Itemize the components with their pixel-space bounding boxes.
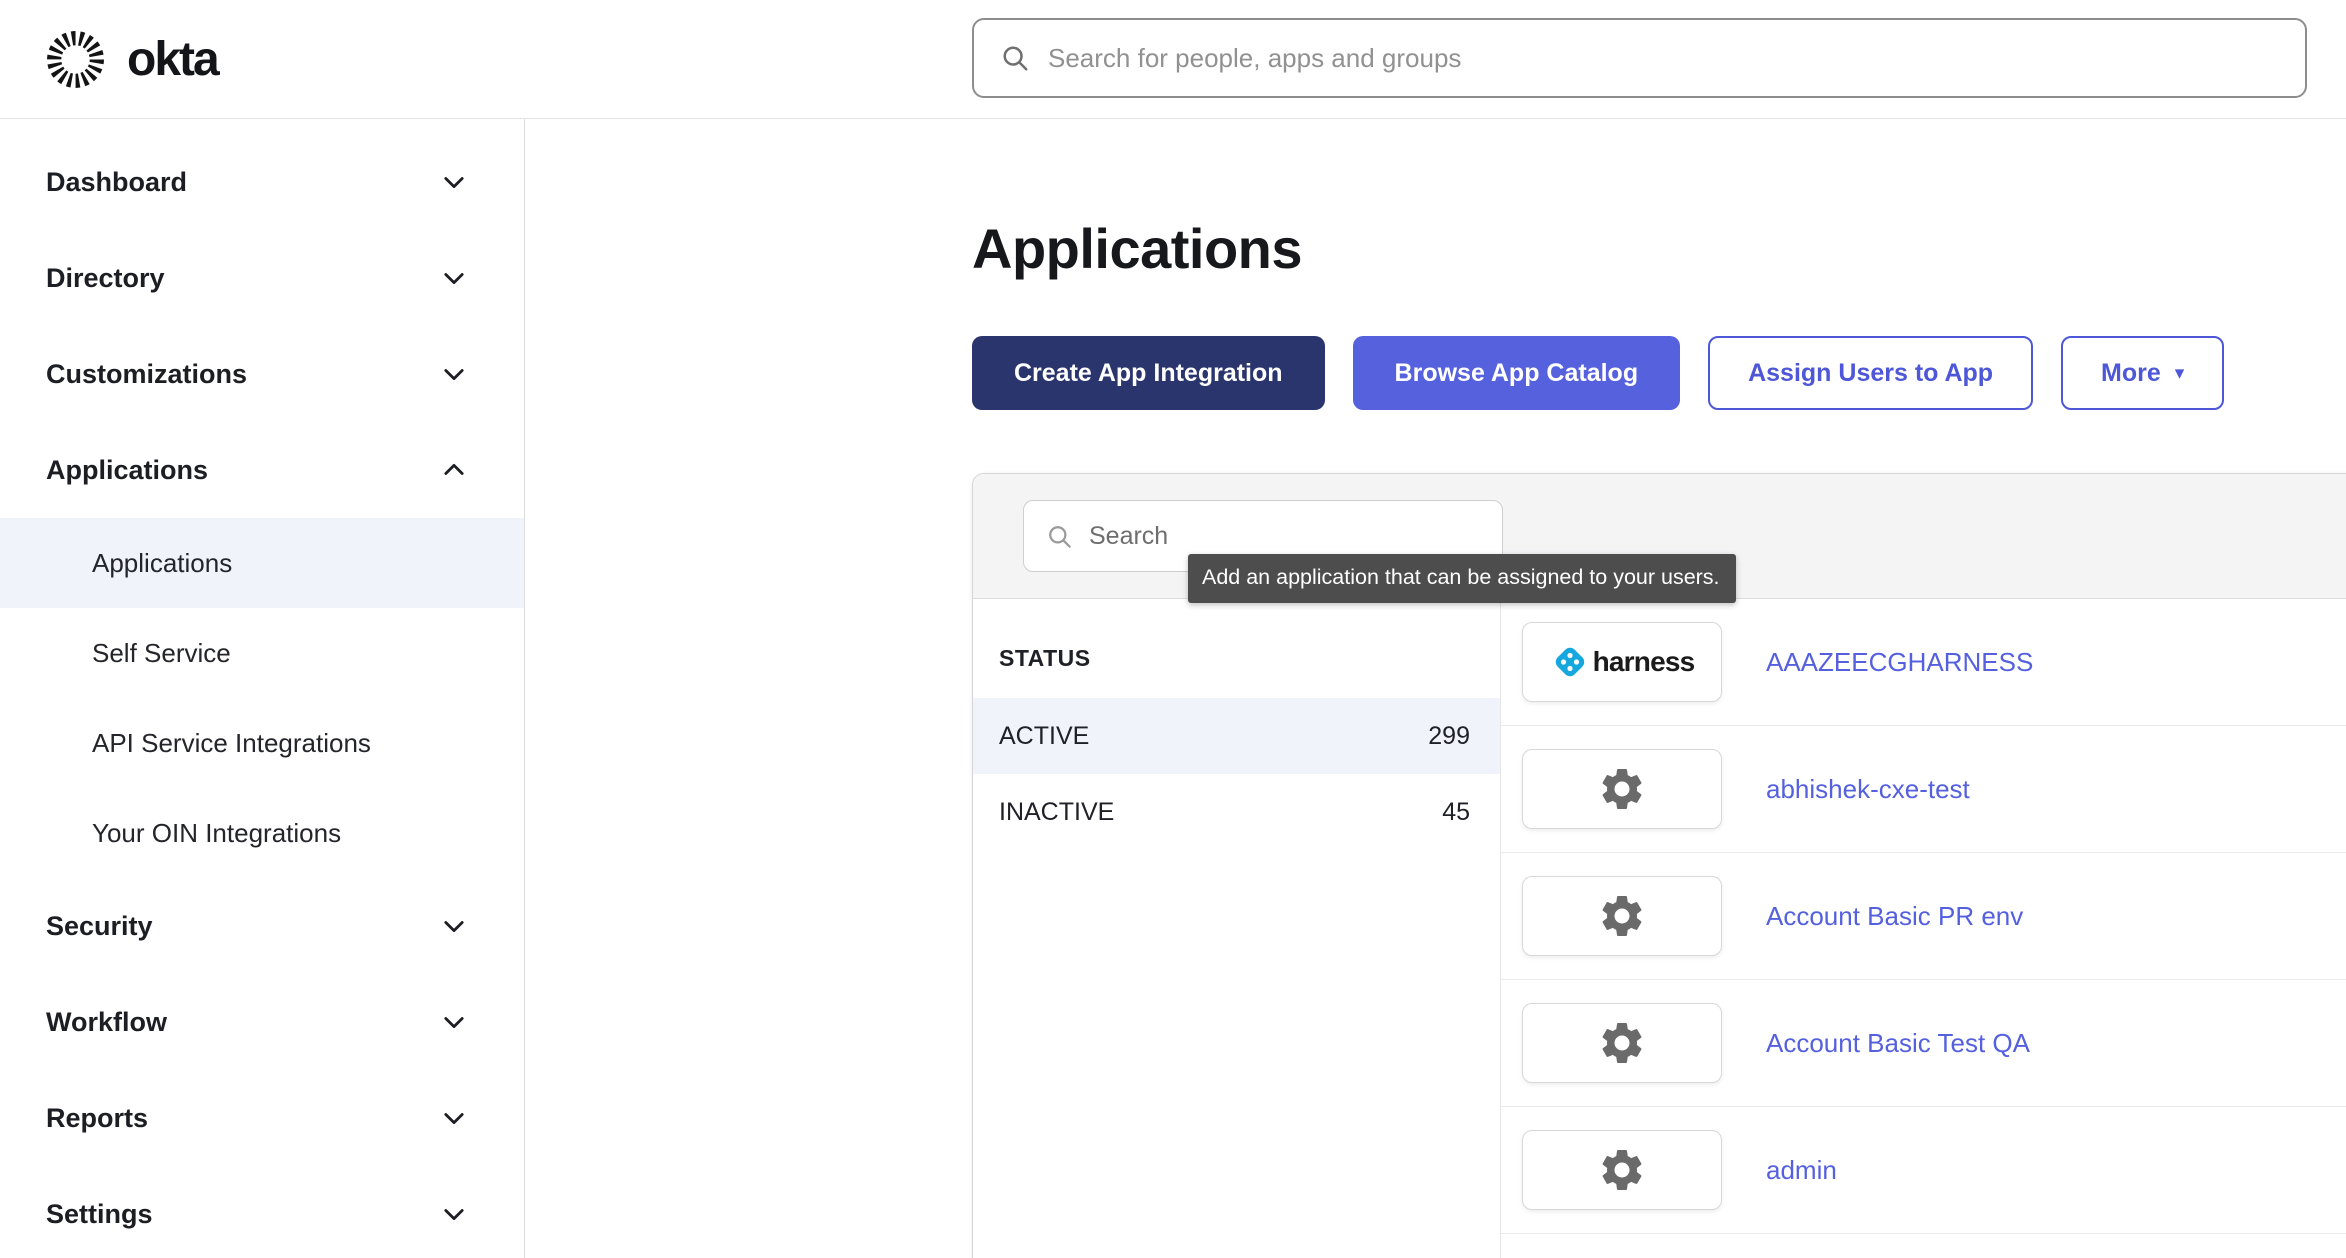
sidebar-item-reports[interactable]: Reports	[0, 1070, 524, 1166]
sidebar-item-workflow[interactable]: Workflow	[0, 974, 524, 1070]
okta-brand[interactable]: okta	[44, 0, 218, 119]
status-row-active[interactable]: ACTIVE 299	[973, 698, 1500, 774]
browse-app-catalog-button[interactable]: Browse App Catalog	[1353, 336, 1681, 410]
global-search[interactable]	[972, 18, 2307, 98]
chevron-down-icon	[440, 912, 468, 940]
status-count: 45	[1442, 798, 1470, 827]
sidebar-item-security[interactable]: Security	[0, 878, 524, 974]
more-button-label: More	[2101, 359, 2161, 388]
apps-list: harness AAAZEECGHARNESS abhish	[1501, 599, 2346, 1258]
sidebar-item-directory[interactable]: Directory	[0, 230, 524, 326]
app-search-input[interactable]	[1089, 522, 1480, 551]
sidebar-subitem-label: Applications	[92, 548, 232, 579]
sidebar-subitem-api-service-integrations[interactable]: API Service Integrations	[0, 698, 524, 788]
app-row: Account Basic Test QA	[1501, 980, 2346, 1107]
chevron-down-icon	[440, 1008, 468, 1036]
sidebar-item-label: Directory	[46, 263, 165, 294]
gear-icon	[1597, 1018, 1647, 1068]
top-header: okta	[0, 0, 2346, 119]
chevron-down-icon	[440, 168, 468, 196]
app-icon-box: harness	[1522, 622, 1722, 702]
search-icon	[1046, 523, 1073, 550]
app-row: Account Basic PR env	[1501, 853, 2346, 980]
status-count: 299	[1428, 722, 1470, 751]
sidebar-item-label: Workflow	[46, 1007, 167, 1038]
app-icon-box	[1522, 1003, 1722, 1083]
app-link[interactable]: Account Basic Test QA	[1766, 1028, 2030, 1059]
app-link[interactable]: Account Basic PR env	[1766, 901, 2023, 932]
create-app-integration-button[interactable]: Create App Integration	[972, 336, 1325, 410]
chevron-down-icon	[440, 1104, 468, 1132]
sidebar-item-label: Customizations	[46, 359, 247, 390]
page-title: Applications	[972, 216, 2346, 281]
sidebar-subitem-self-service[interactable]: Self Service	[0, 608, 524, 698]
sidebar-subitem-label: Your OIN Integrations	[92, 818, 341, 849]
chevron-up-icon	[440, 456, 468, 484]
sidebar-item-label: Settings	[46, 1199, 153, 1230]
app-link[interactable]: AAAZEECGHARNESS	[1766, 647, 2033, 678]
harness-diamond-icon	[1550, 642, 1590, 682]
chevron-down-icon	[440, 1200, 468, 1228]
okta-logo-icon	[44, 28, 107, 91]
app-row: abhishek-cxe-test	[1501, 726, 2346, 853]
harness-logo: harness	[1550, 642, 1695, 682]
app-row-partial	[1501, 1234, 2346, 1258]
sidebar-item-customizations[interactable]: Customizations	[0, 326, 524, 422]
layout: Dashboard Directory Customizations Appli…	[0, 119, 2346, 1258]
sidebar-subitem-applications[interactable]: Applications	[0, 518, 524, 608]
sidebar-item-settings[interactable]: Settings	[0, 1166, 524, 1258]
sidebar-item-label: Security	[46, 911, 153, 942]
app-icon-box	[1522, 749, 1722, 829]
app-link[interactable]: admin	[1766, 1155, 1837, 1186]
action-buttons: Create App Integration Browse App Catalo…	[972, 336, 2346, 410]
sidebar-item-label: Applications	[46, 455, 208, 486]
more-button[interactable]: More ▾	[2061, 336, 2224, 410]
status-row-inactive[interactable]: INACTIVE 45	[973, 774, 1500, 850]
app-link[interactable]: abhishek-cxe-test	[1766, 774, 1970, 805]
panel-body: STATUS ACTIVE 299 INACTIVE 45	[973, 599, 2346, 1258]
status-label: INACTIVE	[999, 798, 1114, 827]
app-icon-box	[1522, 1130, 1722, 1210]
app-row: admin	[1501, 1107, 2346, 1234]
harness-wordmark: harness	[1593, 646, 1695, 678]
status-filter: STATUS ACTIVE 299 INACTIVE 45	[973, 599, 1501, 1258]
assign-users-to-app-button[interactable]: Assign Users to App	[1708, 336, 2033, 410]
sidebar-item-applications[interactable]: Applications	[0, 422, 524, 518]
sidebar-subitem-your-oin-integrations[interactable]: Your OIN Integrations	[0, 788, 524, 878]
sidebar-item-label: Reports	[46, 1103, 148, 1134]
sidebar-item-dashboard[interactable]: Dashboard	[0, 134, 524, 230]
search-icon	[1000, 43, 1030, 73]
chevron-down-icon	[440, 264, 468, 292]
sidebar-item-label: Dashboard	[46, 167, 187, 198]
main-content: Applications Create App Integration Brow…	[525, 119, 2346, 1258]
status-label: ACTIVE	[999, 722, 1089, 751]
gear-icon	[1597, 1145, 1647, 1195]
brand-wordmark: okta	[127, 32, 218, 87]
sidebar-subitem-label: Self Service	[92, 638, 231, 669]
caret-down-icon: ▾	[2175, 362, 2185, 385]
gear-icon	[1597, 891, 1647, 941]
tooltip: Add an application that can be assigned …	[1188, 554, 1736, 603]
status-filter-header: STATUS	[999, 645, 1500, 672]
okta-admin-screen: okta Dashboard Directory Customizations	[0, 0, 2346, 1258]
app-row: harness AAAZEECGHARNESS	[1501, 599, 2346, 726]
gear-icon	[1597, 764, 1647, 814]
sidebar-subitem-label: API Service Integrations	[92, 728, 371, 759]
applications-panel: STATUS ACTIVE 299 INACTIVE 45	[972, 473, 2346, 1258]
chevron-down-icon	[440, 360, 468, 388]
app-icon-box	[1522, 876, 1722, 956]
sidebar: Dashboard Directory Customizations Appli…	[0, 119, 525, 1258]
global-search-input[interactable]	[1048, 43, 2279, 74]
